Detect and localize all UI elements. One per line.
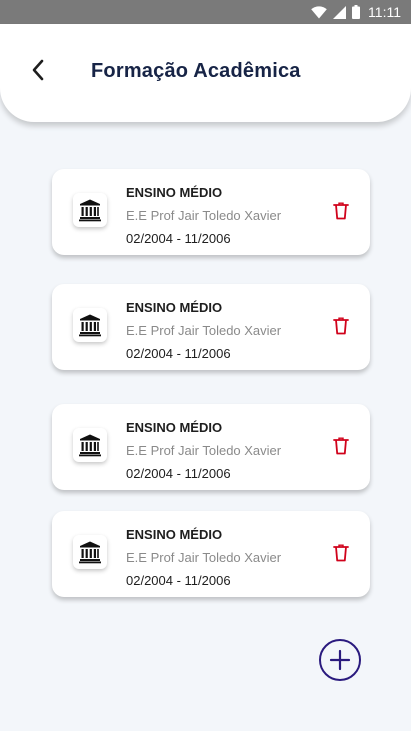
study-period: 02/2004 - 11/2006: [126, 346, 231, 361]
institution-icon-badge: [73, 428, 107, 462]
study-period: 02/2004 - 11/2006: [126, 231, 231, 246]
education-level: ENSINO MÉDIO: [126, 420, 223, 435]
education-card[interactable]: ENSINO MÉDIO E.E Prof Jair Toledo Xavier…: [52, 404, 370, 490]
school-name: E.E Prof Jair Toledo Xavier: [126, 323, 282, 338]
institution-icon: [79, 314, 101, 337]
education-level: ENSINO MÉDIO: [126, 185, 223, 200]
app-header: Formação Acadêmica: [0, 24, 411, 122]
school-name: E.E Prof Jair Toledo Xavier: [126, 208, 282, 223]
institution-icon: [79, 541, 101, 564]
trash-icon: [333, 202, 349, 220]
study-period: 02/2004 - 11/2006: [126, 466, 231, 481]
delete-button[interactable]: [330, 541, 352, 565]
battery-icon: [352, 5, 361, 19]
institution-icon-badge: [73, 308, 107, 342]
status-time: 11:11: [368, 4, 401, 20]
school-name: E.E Prof Jair Toledo Xavier: [126, 550, 282, 565]
add-education-button[interactable]: [319, 639, 361, 681]
institution-icon: [79, 434, 101, 457]
education-level: ENSINO MÉDIO: [126, 300, 223, 315]
study-period: 02/2004 - 11/2006: [126, 573, 231, 588]
education-level: ENSINO MÉDIO: [126, 527, 223, 542]
trash-icon: [333, 544, 349, 562]
wifi-icon: [311, 5, 327, 18]
education-card[interactable]: ENSINO MÉDIO E.E Prof Jair Toledo Xavier…: [52, 284, 370, 370]
institution-icon-badge: [73, 535, 107, 569]
back-button[interactable]: [22, 54, 54, 86]
institution-icon: [79, 199, 101, 222]
signal-icon: [333, 5, 347, 19]
delete-button[interactable]: [330, 314, 352, 338]
trash-icon: [333, 437, 349, 455]
trash-icon: [333, 317, 349, 335]
education-card[interactable]: ENSINO MÉDIO E.E Prof Jair Toledo Xavier…: [52, 511, 370, 597]
institution-icon-badge: [73, 193, 107, 227]
school-name: E.E Prof Jair Toledo Xavier: [126, 443, 282, 458]
education-card[interactable]: ENSINO MÉDIO E.E Prof Jair Toledo Xavier…: [52, 169, 370, 255]
delete-button[interactable]: [330, 434, 352, 458]
status-icons: [311, 5, 361, 19]
chevron-left-icon: [32, 59, 44, 81]
page-title: Formação Acadêmica: [91, 60, 301, 82]
delete-button[interactable]: [330, 199, 352, 223]
status-bar: 11:11: [0, 0, 411, 24]
plus-icon: [329, 649, 351, 671]
